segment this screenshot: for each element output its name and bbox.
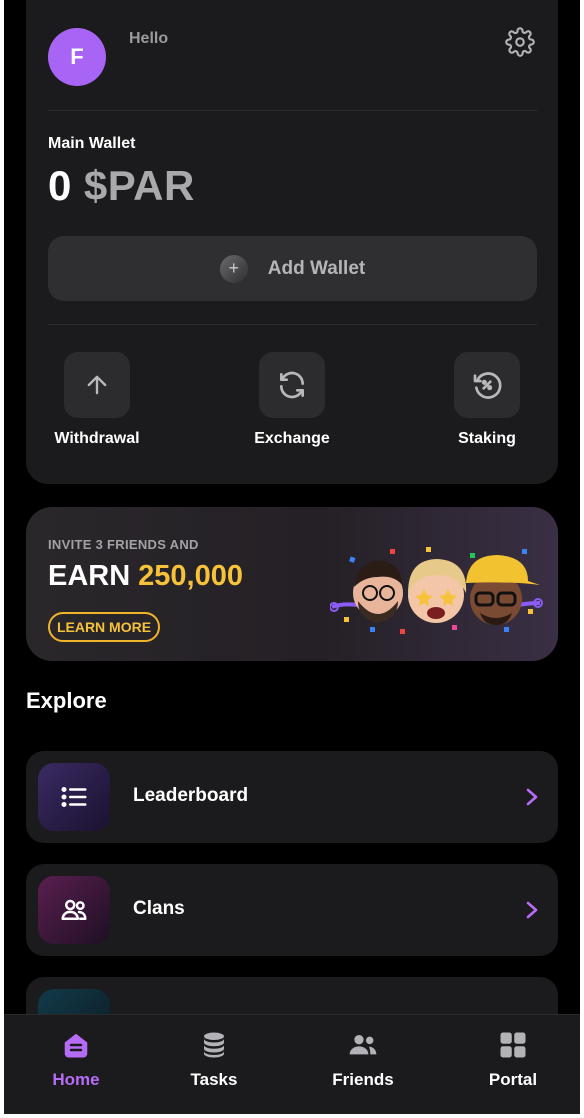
- settings-button[interactable]: [504, 26, 536, 58]
- balance-currency: $PAR: [83, 162, 195, 209]
- group-icon: [61, 899, 87, 920]
- leaderboard-icon-box: [38, 763, 110, 831]
- grid-icon: [497, 1029, 529, 1061]
- clans-label: Clans: [133, 898, 185, 919]
- add-wallet-button[interactable]: + Add Wallet: [48, 236, 537, 301]
- clans-icon-box: [38, 876, 110, 944]
- friends-icon: [347, 1029, 379, 1061]
- tab-portal-label: Portal: [488, 1070, 538, 1089]
- tab-friends-label: Friends: [332, 1070, 394, 1089]
- explore-title: Explore: [26, 688, 107, 713]
- staking-icon-box: [454, 352, 520, 418]
- divider: [48, 324, 537, 325]
- earn-word: EARN: [48, 560, 131, 592]
- coins-icon: [198, 1029, 230, 1061]
- plus-icon: +: [219, 254, 248, 283]
- chevron-right-icon: [526, 788, 538, 806]
- arrow-up-icon: [87, 375, 107, 395]
- bottom-tab-bar: Home Tasks Friends Portal: [4, 1014, 580, 1114]
- tab-tasks-label: Tasks: [190, 1070, 238, 1089]
- balance-amount: 0: [48, 162, 72, 209]
- earn-amount: 250,000: [138, 560, 243, 592]
- staking-icon: [473, 372, 502, 399]
- invite-banner[interactable]: INVITE 3 FRIENDS AND EARN 250,000 LEARN M…: [26, 507, 558, 661]
- exchange-button[interactable]: Exchange: [227, 352, 357, 448]
- withdrawal-label: Withdrawal: [54, 430, 140, 447]
- tab-home-label: Home: [52, 1070, 100, 1089]
- learn-more-button[interactable]: LEARN MORE: [48, 612, 160, 642]
- gear-icon: [505, 27, 535, 57]
- exchange-icon-box: [259, 352, 325, 418]
- chevron-right-icon: [526, 901, 538, 919]
- withdrawal-icon-box: [64, 352, 130, 418]
- staking-button[interactable]: Staking: [422, 352, 552, 448]
- tab-tasks[interactable]: Tasks: [142, 1015, 286, 1114]
- clans-row[interactable]: Clans: [26, 864, 558, 956]
- wallet-balance: 0 $PAR: [48, 162, 195, 210]
- list-icon: [61, 787, 87, 807]
- invite-text: INVITE 3 FRIENDS AND: [48, 537, 199, 552]
- wallet-card: F Hello Main Wallet 0 $PAR + Add Wallet W…: [26, 0, 558, 484]
- home-icon: [60, 1029, 92, 1061]
- tab-home[interactable]: Home: [4, 1015, 148, 1114]
- divider: [48, 110, 537, 111]
- earn-headline: EARN 250,000: [48, 560, 243, 593]
- tab-portal[interactable]: Portal: [441, 1015, 580, 1114]
- party-avatars-illustration: [330, 547, 543, 634]
- refresh-icon: [280, 371, 304, 399]
- exchange-label: Exchange: [254, 430, 330, 447]
- tab-friends[interactable]: Friends: [291, 1015, 435, 1114]
- leaderboard-label: Leaderboard: [133, 785, 249, 806]
- withdrawal-button[interactable]: Withdrawal: [32, 352, 162, 448]
- avatar[interactable]: F: [48, 28, 106, 86]
- staking-label: Staking: [458, 430, 516, 447]
- wallet-label: Main Wallet: [48, 135, 136, 152]
- add-wallet-label: Add Wallet: [267, 257, 366, 279]
- phone-screen: F Hello Main Wallet 0 $PAR + Add Wallet W…: [4, 0, 580, 1114]
- greeting-text: Hello: [129, 30, 169, 47]
- leaderboard-row[interactable]: Leaderboard: [26, 751, 558, 843]
